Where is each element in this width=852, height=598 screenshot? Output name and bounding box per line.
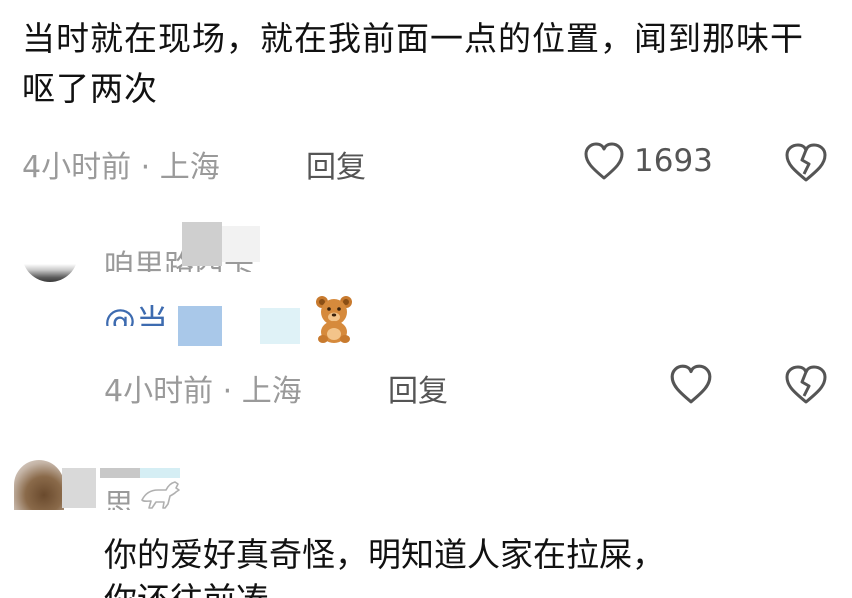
comment-time-location: 4小时前 · 上海 [22, 150, 220, 185]
heart-icon[interactable] [668, 362, 714, 406]
blurred-region [62, 468, 96, 508]
blurred-region [222, 310, 258, 346]
broken-heart-icon[interactable] [782, 140, 830, 184]
username-text: 思 [104, 488, 134, 510]
like-count: 1693 [634, 143, 713, 179]
reply-button[interactable]: 回复 [388, 366, 448, 410]
blurred-region [260, 308, 300, 344]
avatar[interactable] [22, 252, 78, 282]
blurred-region [178, 306, 222, 346]
broken-heart-icon[interactable] [782, 362, 830, 406]
blurred-region [182, 222, 222, 266]
comment-text: 当时就在现场，就在我前面一点的位置，闻到那味干呕了两次 [22, 19, 804, 108]
horse-icon [138, 478, 182, 512]
like-button[interactable]: 1693 [582, 140, 713, 182]
comment-text: 你的爱好真奇怪，明知道人家在拉屎， [104, 535, 665, 574]
heart-icon [582, 140, 626, 182]
comment-time-location: 4小时前 · 上海 [104, 374, 302, 409]
blurred-region [222, 226, 260, 262]
teddy-bear-icon [312, 294, 356, 348]
reply-button[interactable]: 回复 [306, 142, 366, 186]
avatar[interactable] [14, 460, 64, 510]
comment-thread: 当时就在现场，就在我前面一点的位置，闻到那味干呕了两次 4小时前 · 上海 回复… [0, 0, 852, 598]
comment-text-continued: 你还往前凑 [104, 580, 504, 598]
blurred-region [104, 326, 184, 348]
